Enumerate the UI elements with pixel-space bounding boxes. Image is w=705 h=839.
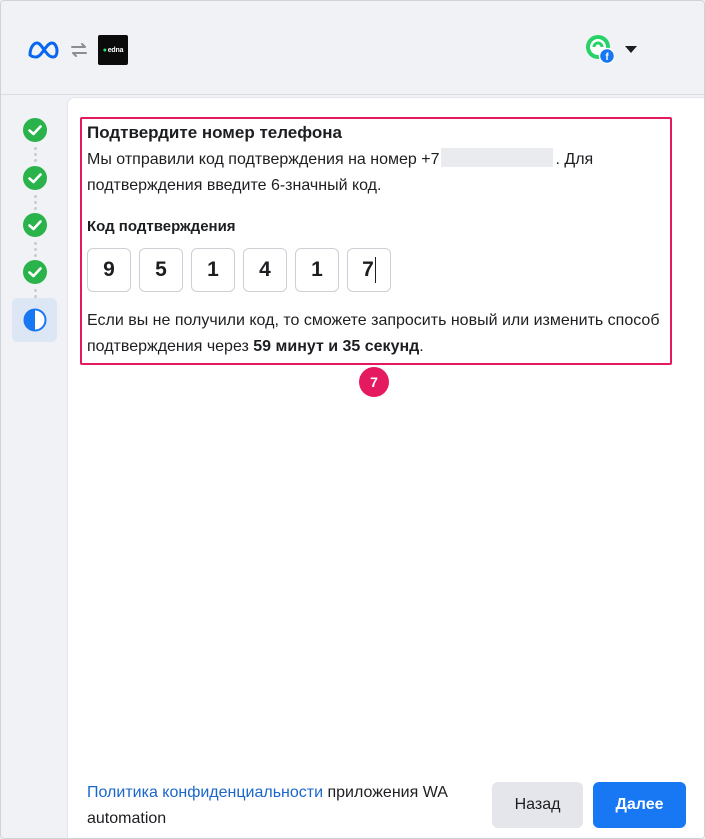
check-circle-icon — [23, 260, 47, 284]
whatsapp-business-icon: f — [586, 35, 616, 65]
account-avatar[interactable]: f — [585, 34, 616, 65]
step-connector — [34, 195, 37, 213]
code-label: Код подтверждения — [87, 218, 236, 235]
check-circle-icon — [23, 213, 47, 237]
code-digit-input-focused[interactable]: 7 — [347, 248, 391, 292]
code-digit-input[interactable]: 1 — [295, 248, 339, 292]
app-window: ● edna f Подтвердите номер телефона Мы о… — [0, 0, 705, 839]
step-number-badge: 7 — [359, 367, 389, 397]
code-input-group: 9 5 1 4 1 7 — [87, 248, 391, 292]
check-circle-icon — [23, 166, 47, 190]
half-circle-icon — [23, 308, 47, 332]
step-connector — [34, 242, 37, 260]
code-digit-input[interactable]: 9 — [87, 248, 131, 292]
code-digit-input[interactable]: 4 — [243, 248, 287, 292]
chevron-down-icon[interactable] — [625, 45, 637, 53]
privacy-footer: Политика конфиденциальности приложения W… — [87, 780, 487, 832]
logo-group: ● edna — [26, 35, 128, 65]
check-circle-icon — [23, 118, 47, 142]
masked-phone-number — [441, 148, 554, 167]
main-panel: Подтвердите номер телефона Мы отправили … — [67, 97, 704, 838]
code-digit-input[interactable]: 5 — [139, 248, 183, 292]
back-button[interactable]: Назад — [492, 782, 583, 828]
privacy-policy-link[interactable]: Политика конфиденциальности — [87, 784, 323, 801]
next-button[interactable]: Далее — [593, 782, 686, 828]
page-title: Подтвердите номер телефона — [87, 123, 343, 142]
resend-info: Если вы не получили код, то сможете запр… — [87, 308, 677, 360]
step-sidebar — [1, 96, 65, 838]
step-connector — [34, 289, 37, 301]
account-menu[interactable]: f — [585, 34, 637, 65]
meta-logo-icon — [28, 41, 59, 59]
swap-arrows-icon — [71, 43, 87, 57]
resend-text-end: . — [419, 338, 424, 355]
step-connector — [34, 147, 37, 165]
resend-countdown: 59 минут и 35 секунд — [253, 338, 420, 355]
edna-logo: ● edna — [98, 35, 128, 65]
description-text: Мы отправили код подтверждения на номер … — [87, 151, 440, 168]
verification-description: Мы отправили код подтверждения на номер … — [87, 147, 662, 199]
code-digit-input[interactable]: 1 — [191, 248, 235, 292]
top-bar: ● edna f — [1, 1, 704, 95]
